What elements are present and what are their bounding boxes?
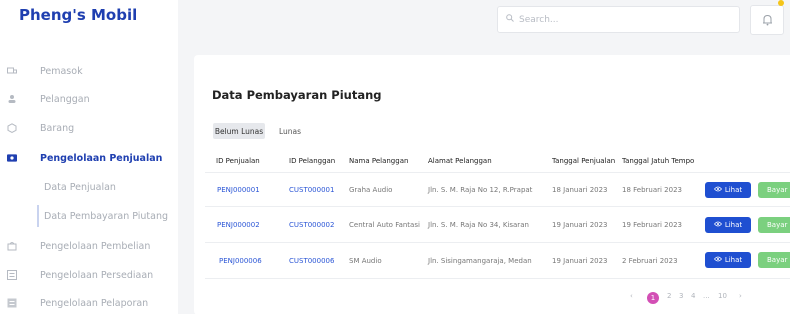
page-title: Data Pembayaran Piutang [212,88,382,102]
page-button[interactable]: 4 [691,292,695,300]
sidebar-item-barang[interactable]: Barang [0,117,178,139]
lihat-button[interactable]: Lihat [705,182,751,198]
notification-badge [778,0,784,6]
sidebar-item-pengelolaan-pembelian[interactable]: Pengelolaan Pembelian [0,235,178,257]
cart-icon [7,241,17,251]
lihat-label: Lihat [724,256,743,264]
sidebar-item-pemasok[interactable]: Pemasok [0,60,178,82]
truck-icon [7,66,17,76]
tanggal-penjualan: 19 Januari 2023 [552,257,608,265]
column-header: ID Pelanggan [289,157,336,165]
tanggal-jatuh-tempo: 19 Februari 2023 [622,221,682,229]
bayar-button[interactable]: Bayar [758,217,790,233]
alamat-pelanggan: Jln. S. M. Raja No 34, Kisaran [428,221,529,229]
bayar-button[interactable]: Bayar [758,252,790,268]
notification-button[interactable] [750,5,784,35]
sidebar-item-pengelolaan-persediaan[interactable]: Pengelolaan Persediaan [0,264,178,286]
page-button[interactable]: 3 [679,292,683,300]
column-header: Tanggal Jatuh Tempo [622,157,695,165]
list-icon [7,270,17,280]
bayar-button[interactable]: Bayar [758,182,790,198]
id-penjualan-link[interactable]: PENJ000006 [219,257,262,265]
sidebar-item-label: Barang [40,122,75,134]
prev-page-button[interactable]: ‹ [630,292,633,300]
sidebar-item-label: Pengelolaan Penjualan [40,152,163,164]
row-divider [205,172,790,173]
search-placeholder: Search... [519,14,559,25]
id-penjualan-link[interactable]: PENJ000002 [217,221,260,229]
sidebar-item-label: Pelanggan [40,93,90,105]
eye-icon [713,256,722,264]
eye-icon [713,186,722,194]
tanggal-jatuh-tempo: 18 Februari 2023 [622,186,682,194]
column-header: ID Penjualan [216,157,260,165]
nama-pelanggan: Central Auto Fantasi [349,221,420,229]
sidebar-item-pengelolaan-pelaporan[interactable]: Pengelolaan Pelaporan [0,292,178,314]
column-header: Tanggal Penjualan [552,157,616,165]
page-ellipsis: ... [703,292,710,300]
column-header: Nama Pelanggan [349,157,409,165]
sidebar-item-label: Data Pembayaran Piutang [44,210,169,222]
lihat-label: Lihat [724,186,743,194]
sidebar-item-label: Pengelolaan Persediaan [40,269,154,281]
next-page-button[interactable]: › [739,292,742,300]
id-pelanggan-link[interactable]: CUST000006 [289,257,334,265]
user-icon [7,94,17,104]
nama-pelanggan: Graha Audio [349,186,393,194]
id-pelanggan-link[interactable]: CUST000001 [289,186,334,194]
lihat-label: Lihat [724,221,743,229]
tanggal-penjualan: 18 Januari 2023 [552,186,608,194]
sidebar: Pheng's Mobil Pemasok Pelanggan Barang P… [0,0,178,314]
sidebar-item-label: Data Penjualan [44,181,116,193]
brand-logo[interactable]: Pheng's Mobil [19,6,137,24]
box-icon [7,123,17,133]
lihat-button[interactable]: Lihat [705,217,751,233]
sidebar-item-pengelolaan-penjualan[interactable]: Pengelolaan Penjualan [0,147,178,169]
nama-pelanggan: SM Audio [349,257,382,265]
sidebar-item-pelanggan[interactable]: Pelanggan [0,88,178,110]
alamat-pelanggan: Jln. S. M. Raja No 12, R.Prapat [428,186,533,194]
sidebar-item-label: Pemasok [40,65,83,77]
sidebar-item-label: Pengelolaan Pelaporan [40,297,149,309]
sidebar-item-data-penjualan[interactable]: Data Penjualan [0,176,178,198]
search-input[interactable]: Search... [497,6,740,33]
tab-belum-lunas[interactable]: Belum Lunas [213,123,265,139]
row-divider [205,278,790,279]
tanggal-jatuh-tempo: 2 Februari 2023 [622,257,678,265]
page-button-current[interactable]: 1 [647,292,659,304]
page-button[interactable]: 10 [718,292,727,300]
sidebar-item-data-pembayaran-piutang[interactable]: Data Pembayaran Piutang [0,205,178,227]
bell-icon [762,11,773,30]
search-icon [506,14,514,25]
eye-icon [713,221,722,229]
sidebar-item-label: Pengelolaan Pembelian [40,240,151,252]
wallet-icon [7,153,17,163]
id-penjualan-link[interactable]: PENJ000001 [217,186,260,194]
report-icon [7,298,17,308]
column-header: Alamat Pelanggan [428,157,492,165]
tanggal-penjualan: 19 Januari 2023 [552,221,608,229]
id-pelanggan-link[interactable]: CUST000002 [289,221,334,229]
page-button[interactable]: 2 [667,292,671,300]
row-divider [205,206,790,207]
tab-lunas[interactable]: Lunas [268,123,312,139]
row-divider [205,242,790,243]
lihat-button[interactable]: Lihat [705,252,751,268]
alamat-pelanggan: Jln. Sisingamangaraja, Medan [428,257,532,265]
